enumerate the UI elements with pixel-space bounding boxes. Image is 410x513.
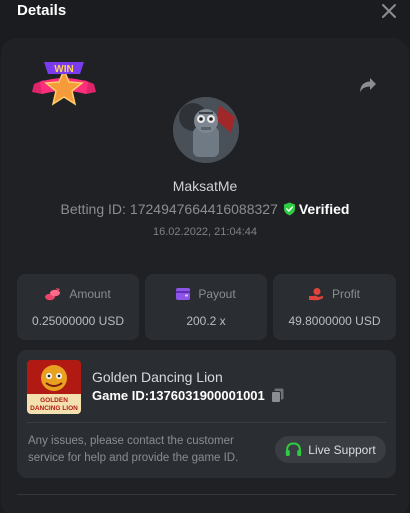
stat-head-amount: Amount (17, 287, 139, 301)
win-badge-icon: WIN (32, 62, 96, 106)
stat-head-payout: Payout (145, 287, 267, 301)
stat-value-amount: 0.25000000 USD (31, 314, 125, 328)
svg-text:GOLDEN: GOLDEN (40, 397, 68, 404)
betting-id-row: Betting ID: 1724947664416088327 Verified (0, 201, 410, 217)
stat-head-profit: Profit (273, 287, 396, 301)
timestamp: 16.02.2022, 21:04:44 (153, 226, 257, 238)
avatar (173, 97, 239, 163)
stat-card-payout: Payout 200.2 x (145, 274, 267, 340)
live-support-button[interactable]: Live Support (275, 436, 386, 463)
verified-label: Verified (298, 201, 350, 217)
game-id-row: Game ID: 1376031900001001 (92, 388, 284, 403)
game-thumbnail[interactable]: GOLDEN DANCING LION (27, 360, 81, 414)
username: MaksatMe (172, 178, 238, 194)
betting-id-label: Betting ID: (60, 201, 126, 217)
header: Details (0, 0, 410, 24)
live-support-label: Live Support (308, 442, 376, 457)
close-icon[interactable] (380, 2, 398, 20)
support-message: Any issues, please contact the customer … (28, 435, 239, 464)
game-name: Golden Dancing Lion (92, 369, 223, 385)
game-card: GOLDEN DANCING LION Golden Dancing Lion … (17, 350, 396, 478)
game-id-value: 1376031900001001 (149, 388, 265, 403)
stat-label-amount: Amount (69, 287, 111, 301)
verified-shield-icon (283, 202, 295, 216)
hand-money-icon (308, 287, 323, 300)
svg-text:WIN: WIN (54, 64, 73, 75)
betting-id-value: 1724947664416088327 (129, 201, 278, 217)
headset-icon (286, 442, 302, 456)
game-thumbnail-image: GOLDEN DANCING LION (27, 360, 81, 414)
coins-icon (45, 287, 61, 300)
stat-label-payout: Payout (198, 287, 236, 301)
stat-value-profit: 49.8000000 USD (288, 314, 381, 328)
stat-label-profit: Profit (331, 287, 360, 301)
avatar-image (173, 97, 239, 163)
bottom-divider (17, 494, 396, 495)
page-title: Details (17, 2, 67, 19)
stat-value-payout: 200.2 x (186, 314, 226, 328)
stat-card-amount: Amount 0.25000000 USD (17, 274, 139, 340)
copy-icon[interactable] (270, 388, 284, 403)
game-id-label: Game ID: (92, 388, 150, 403)
svg-text:DANCING LION: DANCING LION (30, 405, 78, 412)
divider (27, 422, 386, 423)
share-icon[interactable] (359, 77, 377, 93)
wallet-icon (176, 288, 191, 300)
stat-card-profit: Profit 49.8000000 USD (273, 274, 396, 340)
